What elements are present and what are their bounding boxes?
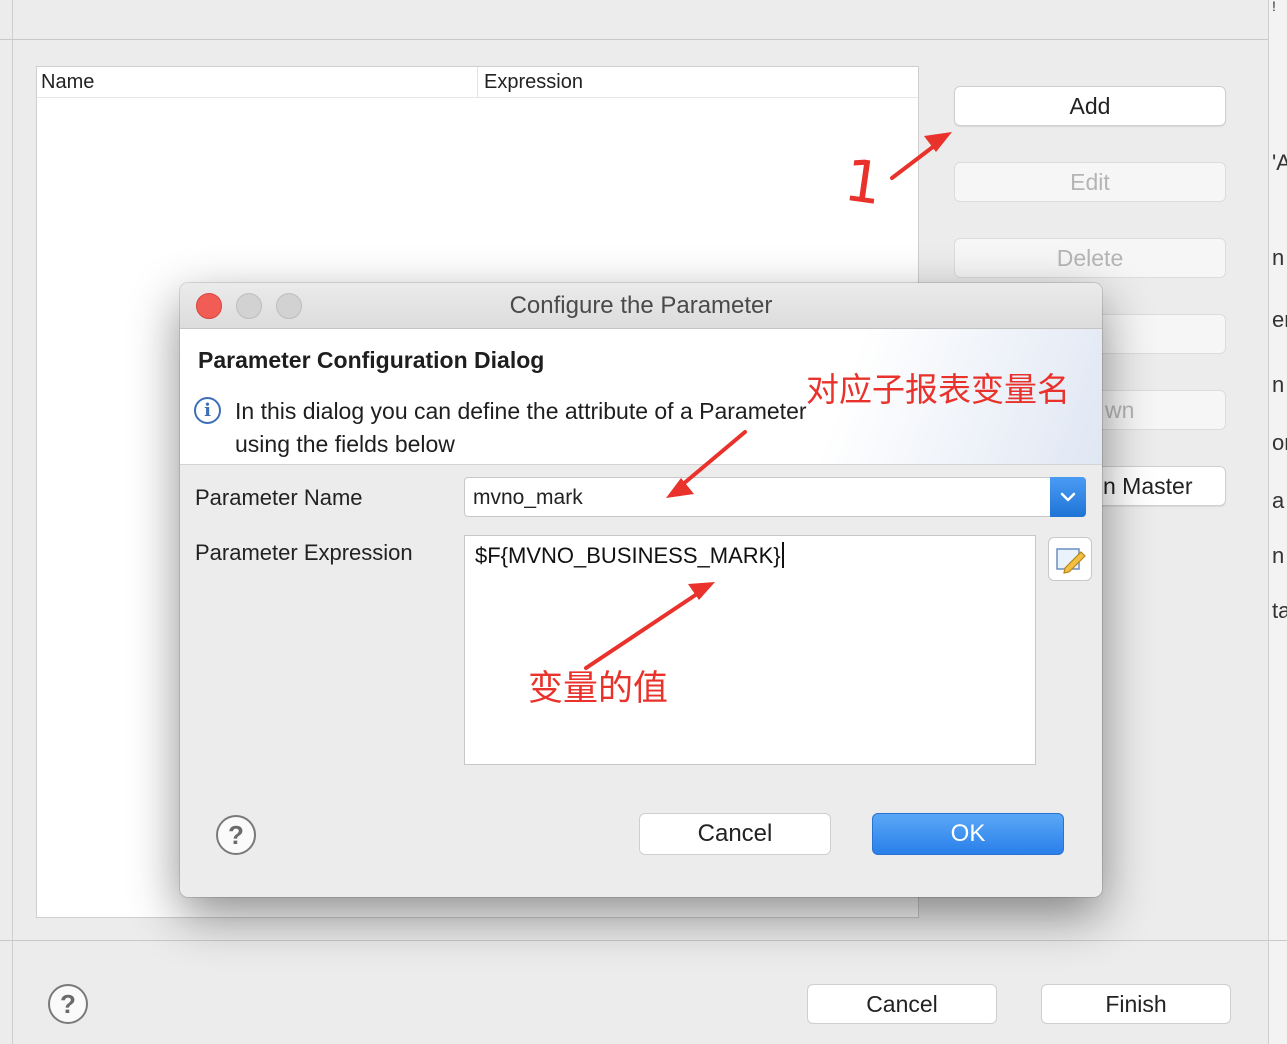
right-fragment: n: [1272, 372, 1285, 397]
left-divider: [12, 0, 13, 1044]
parameter-expression-value: $F{MVNO_BUSINESS_MARK}: [475, 543, 781, 568]
right-fragment: er: [1272, 307, 1287, 332]
wizard-cancel-button[interactable]: Cancel: [807, 984, 997, 1024]
background-toolbar-area: [0, 0, 1287, 40]
edit-button[interactable]: Edit: [954, 162, 1226, 202]
right-fragment: a: [1272, 488, 1285, 513]
header-divider: [37, 97, 918, 98]
parameter-name-value[interactable]: mvno_mark: [473, 478, 583, 518]
right-fragment: n: [1272, 543, 1285, 568]
parameter-name-combo[interactable]: mvno_mark: [464, 477, 1086, 517]
column-header-expression[interactable]: Expression: [477, 67, 918, 97]
delete-button[interactable]: Delete: [954, 238, 1226, 278]
arrowhead-add: [924, 132, 952, 152]
annotation-value-note: 变量的值: [528, 669, 669, 709]
wizard-finish-button[interactable]: Finish: [1041, 984, 1231, 1024]
expression-editor-button[interactable]: [1048, 537, 1092, 581]
dialog-titlebar: Configure the Parameter: [180, 283, 1102, 329]
right-fragment: n: [1272, 245, 1285, 270]
banner-description: In this dialog you can define the attrib…: [235, 398, 807, 457]
parameter-expression-field[interactable]: $F{MVNO_BUSINESS_MARK}: [464, 535, 1036, 765]
dialog-title: Configure the Parameter: [509, 292, 773, 319]
right-fragment: or: [1272, 430, 1287, 455]
chevron-down-icon[interactable]: [1050, 477, 1086, 517]
info-icon: i: [194, 397, 221, 424]
right-fragment: ta: [1272, 598, 1287, 623]
right-panel-fragment: ! 'A n er n or a n ta: [1268, 0, 1287, 1044]
parameter-name-label: Parameter Name: [195, 485, 363, 510]
banner-title: Parameter Configuration Dialog: [198, 347, 545, 373]
annotation-name-note: 对应子报表变量名: [806, 370, 1070, 409]
right-fragment: 'A: [1272, 150, 1287, 175]
wizard-help-icon[interactable]: ?: [48, 984, 88, 1024]
column-header-name[interactable]: Name: [37, 67, 477, 97]
text-caret: [781, 542, 784, 568]
expression-line: $F{MVNO_BUSINESS_MARK}: [475, 542, 784, 569]
expression-editor-icon: [1056, 548, 1086, 574]
dialog-help-icon[interactable]: ?: [216, 815, 256, 855]
dialog-ok-button[interactable]: OK: [872, 813, 1064, 855]
dialog-cancel-button[interactable]: Cancel: [639, 813, 831, 855]
right-fragment: !: [1272, 0, 1276, 14]
add-button[interactable]: Add: [954, 86, 1226, 126]
parameter-expression-label: Parameter Expression: [195, 540, 413, 565]
